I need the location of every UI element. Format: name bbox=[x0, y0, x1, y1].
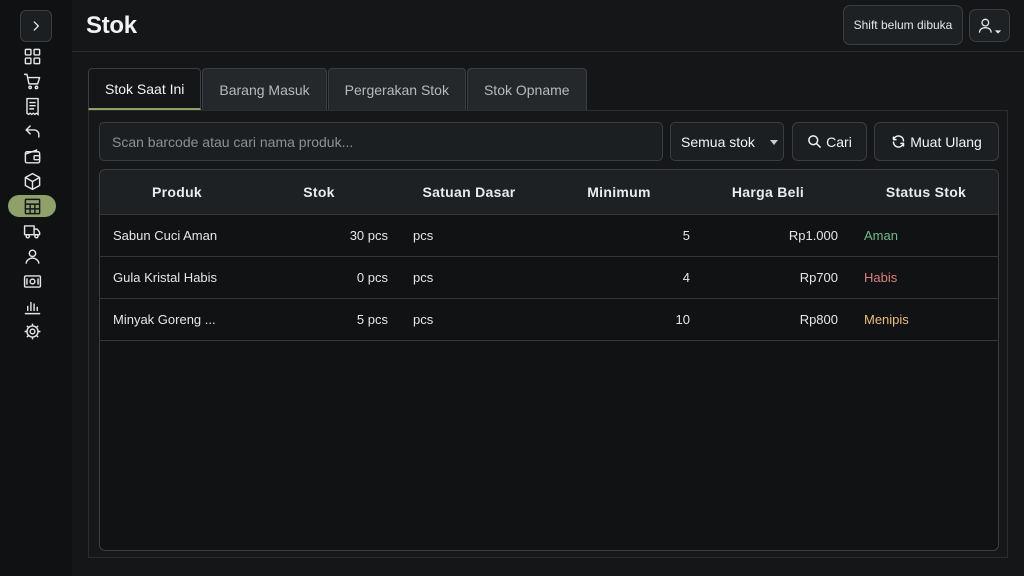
sidebar-item-customers[interactable] bbox=[8, 245, 56, 267]
stock-tabs: Stok Saat Ini Barang Masuk Pergerakan St… bbox=[88, 68, 588, 110]
cell-harga-beli: Rp700 bbox=[799, 270, 838, 285]
caret-down-icon bbox=[770, 140, 778, 145]
cell-produk: Minyak Goreng ... bbox=[113, 312, 216, 327]
cell-minimum: 5 bbox=[682, 228, 690, 243]
stock-filter-select[interactable]: Semua stok bbox=[670, 122, 784, 161]
receipt-icon bbox=[25, 97, 39, 116]
column-header-harga-beli[interactable]: Harga Beli bbox=[684, 170, 852, 214]
chevron-right-icon bbox=[33, 21, 39, 31]
search-input[interactable] bbox=[99, 122, 663, 161]
stock-table: Produk Stok Satuan Dasar Minimum Harga B… bbox=[99, 169, 999, 551]
stock-panel: Semua stok Cari Muat Ulang Produk Stok S… bbox=[88, 110, 1008, 558]
table-row[interactable]: Minyak Goreng ... 5 pcs pcs 10 Rp800 Men… bbox=[100, 298, 998, 341]
tab-stock-opname[interactable]: Stok Opname bbox=[466, 68, 587, 110]
sidebar-item-suppliers[interactable] bbox=[8, 220, 56, 242]
reload-button[interactable]: Muat Ulang bbox=[874, 122, 999, 161]
sidebar-item-stock[interactable] bbox=[8, 195, 56, 217]
sidebar-item-returns[interactable] bbox=[8, 120, 56, 142]
cell-status-stok: Aman bbox=[864, 228, 898, 243]
header: Stok Shift belum dibuka bbox=[72, 0, 1024, 52]
truck-icon bbox=[23, 224, 40, 239]
return-icon bbox=[24, 124, 40, 138]
chevron-down-icon bbox=[994, 29, 1002, 34]
column-header-produk[interactable]: Produk bbox=[100, 170, 254, 214]
column-header-stok[interactable]: Stok bbox=[254, 170, 384, 214]
shift-status-button[interactable]: Shift belum dibuka bbox=[843, 5, 963, 45]
wallet-icon bbox=[24, 148, 40, 164]
page-title: Stok bbox=[86, 12, 137, 39]
sidebar-item-finance[interactable] bbox=[8, 270, 56, 292]
cart-icon bbox=[23, 73, 40, 89]
box-icon bbox=[24, 172, 40, 190]
dashboard-icon bbox=[24, 48, 40, 64]
sidebar-expand-button[interactable] bbox=[20, 10, 52, 42]
search-button-label: Cari bbox=[826, 133, 852, 150]
sidebar-item-settings[interactable] bbox=[8, 320, 56, 342]
cell-satuan: pcs bbox=[413, 228, 434, 243]
cell-satuan: pcs bbox=[413, 312, 434, 327]
cell-stok: 5 pcs bbox=[356, 312, 388, 327]
table-header-row: Produk Stok Satuan Dasar Minimum Harga B… bbox=[100, 170, 998, 214]
search-button[interactable]: Cari bbox=[792, 122, 867, 161]
user-menu-button[interactable] bbox=[969, 9, 1010, 42]
table-row[interactable]: Gula Kristal Habis 0 pcs pcs 4 Rp700 Hab… bbox=[100, 256, 998, 299]
sidebar-item-cash[interactable] bbox=[8, 145, 56, 167]
sidebar-item-transactions[interactable] bbox=[8, 95, 56, 117]
search-icon bbox=[808, 135, 822, 148]
column-header-satuan[interactable]: Satuan Dasar bbox=[384, 170, 554, 214]
sidebar-item-products[interactable] bbox=[8, 170, 56, 192]
cell-status-stok: Menipis bbox=[864, 312, 909, 327]
sidebar bbox=[0, 0, 72, 576]
cell-satuan: pcs bbox=[413, 270, 434, 285]
gear-icon bbox=[24, 323, 40, 339]
cell-minimum: 10 bbox=[675, 312, 690, 327]
table-row[interactable]: Sabun Cuci Aman 30 pcs pcs 5 Rp1.000 Ama… bbox=[100, 214, 998, 257]
tab-current-stock[interactable]: Stok Saat Ini bbox=[88, 68, 202, 110]
stock-filter-value: Semua stok bbox=[681, 133, 755, 150]
column-header-minimum[interactable]: Minimum bbox=[554, 170, 684, 214]
refresh-icon bbox=[892, 135, 905, 148]
column-header-status[interactable]: Status Stok bbox=[852, 170, 998, 214]
cell-produk: Sabun Cuci Aman bbox=[113, 228, 218, 243]
cell-minimum: 4 bbox=[682, 270, 690, 285]
cell-stok: 0 pcs bbox=[356, 270, 388, 285]
cell-stok: 30 pcs bbox=[349, 228, 388, 243]
cell-produk: Gula Kristal Habis bbox=[113, 270, 218, 285]
cell-status-stok: Habis bbox=[864, 270, 898, 285]
tab-incoming-goods[interactable]: Barang Masuk bbox=[202, 68, 327, 110]
cell-harga-beli: Rp1.000 bbox=[788, 228, 838, 243]
sidebar-item-dashboard[interactable] bbox=[8, 45, 56, 67]
reload-button-label: Muat Ulang bbox=[910, 133, 982, 150]
sidebar-item-sales[interactable] bbox=[8, 70, 56, 92]
user-icon bbox=[24, 248, 40, 264]
table-icon bbox=[24, 198, 40, 214]
cell-harga-beli: Rp800 bbox=[799, 312, 838, 327]
sidebar-item-reports[interactable] bbox=[8, 295, 56, 317]
tab-stock-movement[interactable]: Pergerakan Stok bbox=[327, 68, 466, 110]
cash-icon bbox=[23, 274, 41, 288]
chart-icon bbox=[24, 301, 40, 314]
